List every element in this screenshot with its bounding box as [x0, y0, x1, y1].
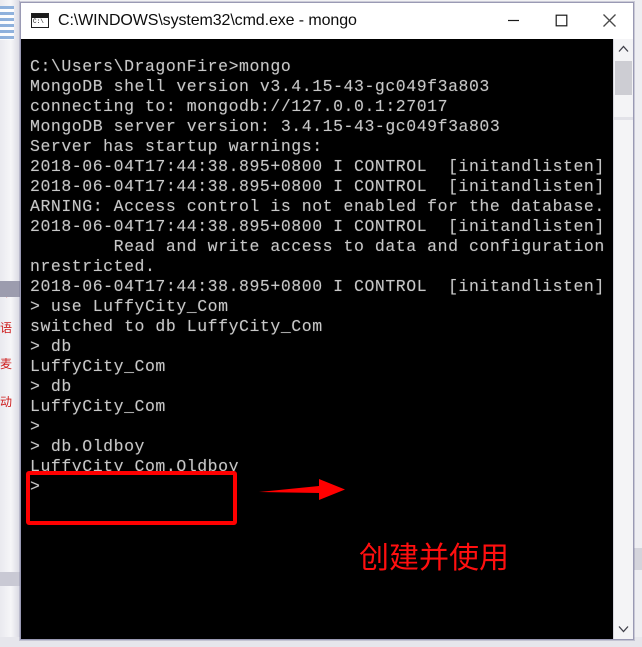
- background-text-2: 语: [0, 322, 13, 334]
- close-button[interactable]: [585, 2, 633, 39]
- arrow-right-icon: [259, 479, 345, 500]
- chevron-down-icon: [618, 626, 629, 633]
- background-text-4: 动: [0, 396, 13, 408]
- close-icon: [602, 14, 616, 27]
- annotation-note: 创建并使用 Collection: [359, 469, 509, 639]
- minimize-icon: [507, 19, 519, 22]
- maximize-icon: [555, 14, 567, 27]
- background-text-3: 麦: [0, 358, 13, 370]
- window-title: C:\WINDOWS\system32\cmd.exe - mongo: [58, 11, 357, 29]
- minimize-button[interactable]: [489, 2, 537, 39]
- background-left-notch: [0, 281, 20, 297]
- chevron-up-icon: [618, 45, 629, 52]
- scrollbar-thumb[interactable]: [615, 61, 632, 95]
- scroll-up-button[interactable]: [614, 39, 633, 59]
- window-controls: [489, 2, 633, 39]
- cmd-window: C:\WINDOWS\system32\cmd.exe - mongo: [20, 2, 634, 640]
- background-window-titlebar-sliver[interactable]: [0, 6, 14, 40]
- console-scrollbar[interactable]: [613, 39, 633, 639]
- maximize-button[interactable]: [537, 2, 585, 39]
- window-titlebar[interactable]: C:\WINDOWS\system32\cmd.exe - mongo: [21, 2, 633, 39]
- terminal-output-area[interactable]: C:\Users\DragonFire>mongo MongoDB shell …: [21, 39, 633, 639]
- cmd-icon: [31, 13, 49, 28]
- console-text: C:\Users\DragonFire>mongo MongoDB shell …: [30, 57, 633, 496]
- annotation-note-line-1: 创建并使用: [359, 541, 509, 576]
- scroll-down-button[interactable]: [614, 619, 633, 639]
- scrollbar-track-mark: [614, 117, 633, 120]
- background-lower-notch: [0, 572, 20, 586]
